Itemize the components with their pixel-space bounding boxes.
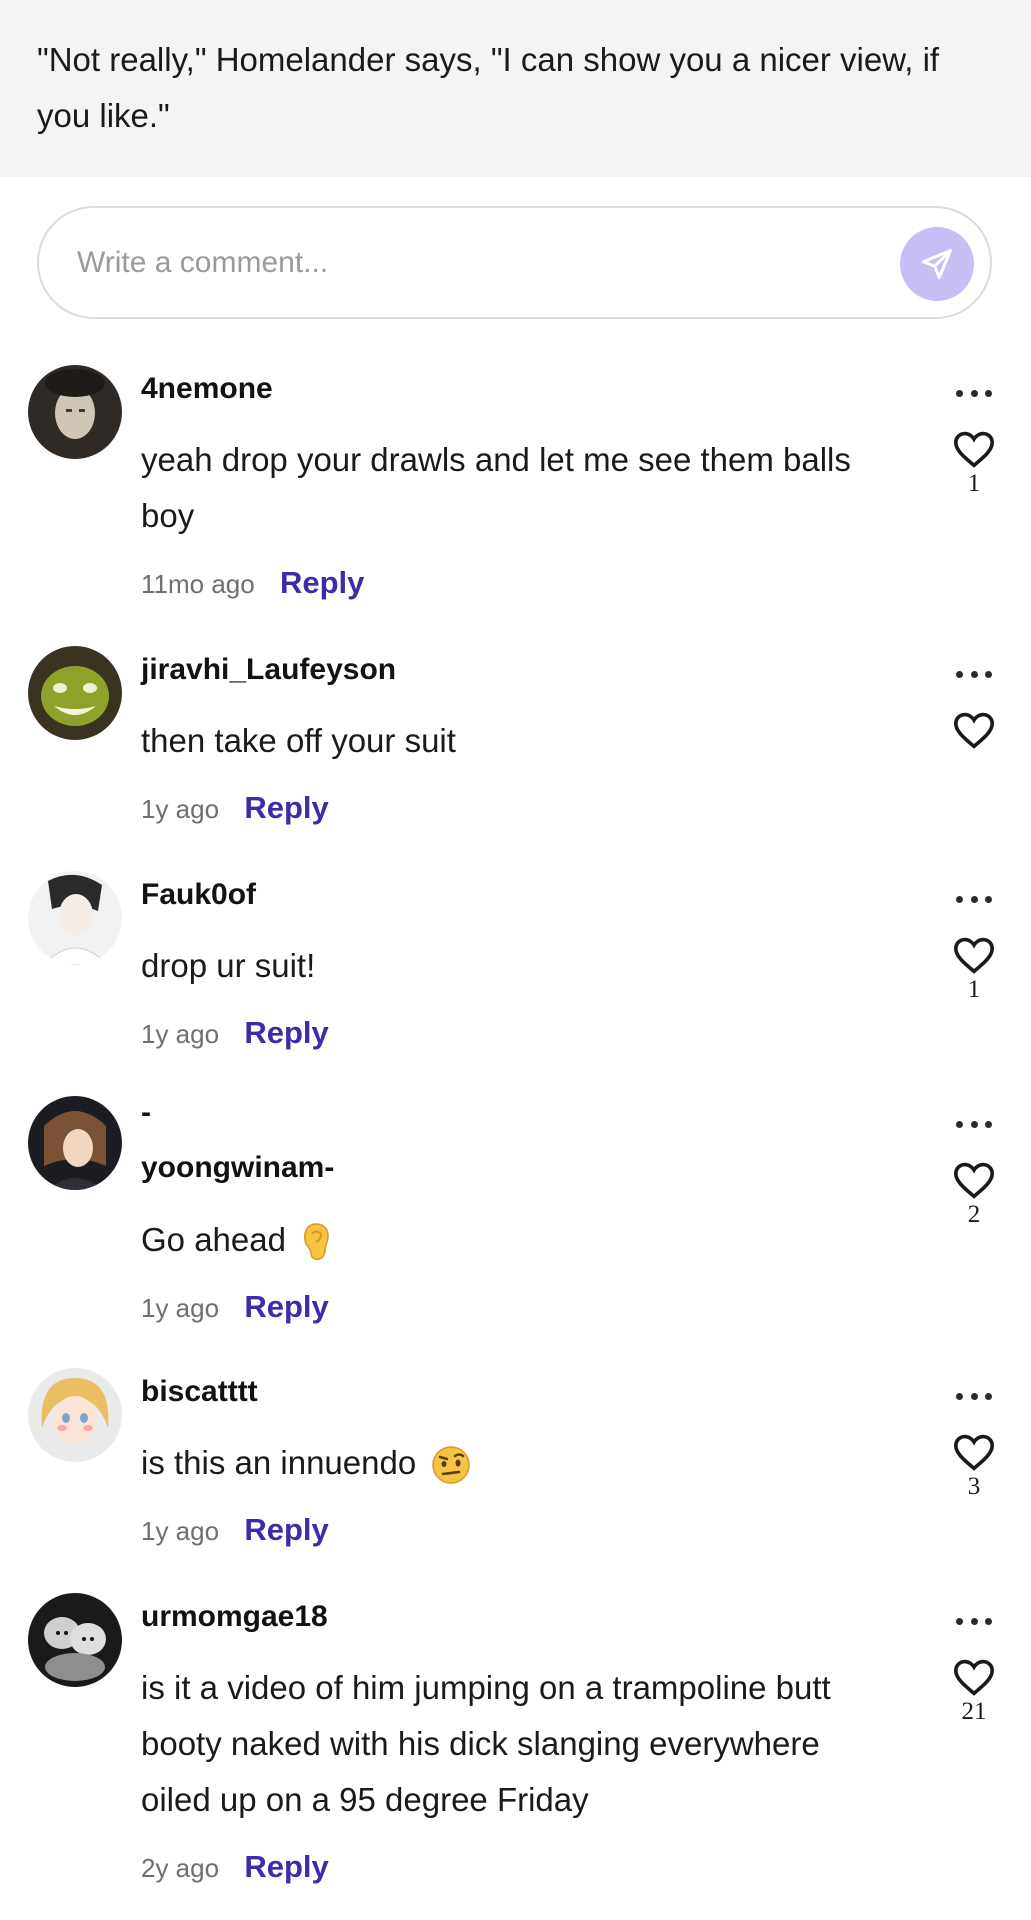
like-count: 21 bbox=[961, 1698, 987, 1725]
more-dot bbox=[985, 670, 992, 678]
heart-icon[interactable] bbox=[952, 935, 996, 975]
more-dot bbox=[970, 670, 978, 678]
reply-button[interactable]: Reply bbox=[244, 1849, 328, 1884]
more-dot bbox=[985, 1120, 992, 1128]
story-excerpt-text: "Not really," Homelander says, "I can sh… bbox=[37, 41, 940, 134]
heart-icon[interactable] bbox=[952, 710, 996, 750]
comment-username[interactable]: urmomgae18 bbox=[141, 1600, 328, 1634]
comment-text: is this an innuendo bbox=[141, 1435, 861, 1491]
more-dot bbox=[985, 895, 992, 903]
like-count: 1 bbox=[967, 976, 981, 1003]
comment-meta: 2y ago Reply bbox=[141, 1849, 329, 1885]
comment-time: 1y ago bbox=[141, 1516, 220, 1546]
send-arrow-icon bbox=[922, 249, 952, 279]
comment-text-content: is this an innuendo bbox=[141, 1444, 417, 1481]
comment-time: 1y ago bbox=[141, 794, 220, 824]
more-dot bbox=[956, 670, 963, 678]
more-options-button[interactable] bbox=[956, 892, 992, 906]
more-dot bbox=[970, 1120, 978, 1128]
ear-emoji bbox=[304, 1223, 329, 1261]
avatar[interactable] bbox=[28, 1593, 122, 1687]
comment-meta: 1y ago Reply bbox=[141, 790, 329, 826]
comment-username[interactable]: yoongwinam- bbox=[141, 1151, 334, 1185]
heart-icon[interactable] bbox=[952, 1432, 996, 1472]
reply-button[interactable]: Reply bbox=[244, 1512, 328, 1547]
comment-time: 1y ago bbox=[141, 1019, 220, 1049]
avatar[interactable] bbox=[28, 871, 122, 965]
comment-text: then take off your suit bbox=[141, 722, 456, 759]
raised-eyebrow-emoji bbox=[432, 1446, 471, 1485]
comment-time: 11mo ago bbox=[141, 569, 255, 599]
comment-username[interactable]: - bbox=[141, 1096, 151, 1130]
avatar[interactable] bbox=[28, 365, 122, 459]
comment-username[interactable]: jiravhi_Laufeyson bbox=[141, 653, 396, 687]
avatar[interactable] bbox=[28, 1096, 122, 1190]
comment-meta: 1y ago Reply bbox=[141, 1015, 329, 1051]
more-dot bbox=[985, 1617, 992, 1625]
reply-button[interactable]: Reply bbox=[244, 1015, 328, 1050]
comment-time: 2y ago bbox=[141, 1853, 220, 1883]
more-dot bbox=[985, 389, 992, 397]
avatar[interactable] bbox=[28, 646, 122, 740]
like-count: 2 bbox=[967, 1201, 981, 1228]
reply-button[interactable]: Reply bbox=[244, 790, 328, 825]
reply-button[interactable]: Reply bbox=[280, 565, 364, 600]
more-dot bbox=[985, 1392, 992, 1400]
more-dot bbox=[956, 1392, 963, 1400]
like-count: 1 bbox=[967, 470, 981, 497]
more-options-button[interactable] bbox=[956, 667, 992, 681]
more-dot bbox=[970, 895, 978, 903]
comment-meta: 1y ago Reply bbox=[141, 1512, 329, 1548]
comment-meta: 1y ago Reply bbox=[141, 1289, 329, 1325]
more-dot bbox=[956, 895, 963, 903]
reply-button[interactable]: Reply bbox=[244, 1289, 328, 1324]
comment-text: drop ur suit! bbox=[141, 947, 316, 984]
comment-text: Go ahead bbox=[141, 1212, 861, 1268]
comment-input[interactable] bbox=[77, 238, 857, 288]
more-options-button[interactable] bbox=[956, 1117, 992, 1131]
comment-username[interactable]: Fauk0of bbox=[141, 878, 256, 912]
more-dot bbox=[970, 1392, 978, 1400]
comment-text: is it a video of him jumping on a trampo… bbox=[141, 1669, 831, 1818]
heart-icon[interactable] bbox=[952, 429, 996, 469]
more-dot bbox=[956, 1120, 963, 1128]
heart-icon[interactable] bbox=[952, 1657, 996, 1697]
heart-icon[interactable] bbox=[952, 1160, 996, 1200]
avatar[interactable] bbox=[28, 1368, 122, 1462]
comment-username[interactable]: 4nemone bbox=[141, 372, 273, 406]
comment-text: yeah drop your drawls and let me see the… bbox=[141, 441, 851, 534]
comment-box bbox=[37, 206, 992, 319]
comment-text-content: Go ahead bbox=[141, 1221, 286, 1258]
send-button[interactable] bbox=[900, 227, 974, 301]
story-excerpt: "Not really," Homelander says, "I can sh… bbox=[0, 0, 1031, 177]
comment-meta: 11mo ago Reply bbox=[141, 565, 364, 601]
more-options-button[interactable] bbox=[956, 386, 992, 400]
more-dot bbox=[956, 389, 963, 397]
more-options-button[interactable] bbox=[956, 1389, 992, 1403]
more-options-button[interactable] bbox=[956, 1614, 992, 1628]
more-dot bbox=[956, 1617, 963, 1625]
more-dot bbox=[970, 1617, 978, 1625]
like-count: 3 bbox=[967, 1473, 981, 1500]
more-dot bbox=[970, 389, 978, 397]
comment-username[interactable]: biscatttt bbox=[141, 1375, 258, 1409]
comment-time: 1y ago bbox=[141, 1293, 220, 1323]
